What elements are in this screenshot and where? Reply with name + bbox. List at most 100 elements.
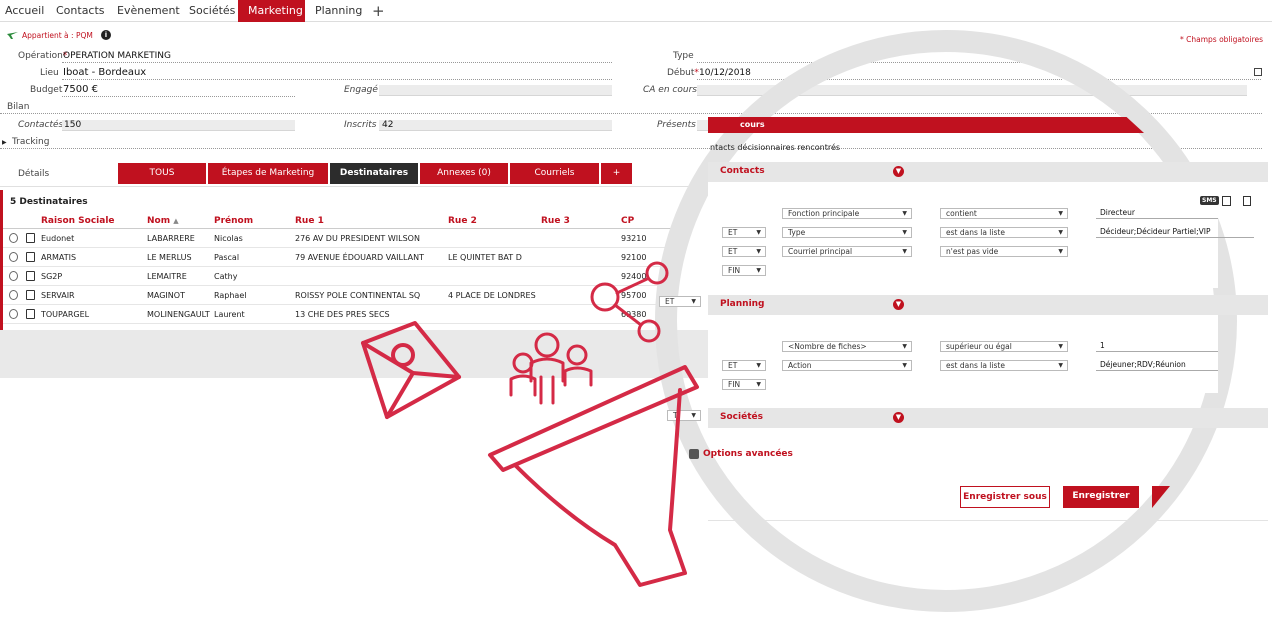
societes-section-title: Sociétés [720,412,763,422]
contacts-field-select[interactable]: Type ▼ [782,227,912,238]
document-icon[interactable] [26,252,35,262]
filter-subtitle: ntacts décisionnaires rencontrés [710,143,841,152]
planning-cond-select[interactable]: est dans la liste ▼ [940,360,1068,371]
advanced-options-link[interactable]: Options avancées [703,449,793,459]
contacts-value-input[interactable]: Décideur;Décideur Partiel;VIP [1096,227,1254,238]
planning-value-input[interactable]: 1 [1096,341,1218,352]
cell-raison: TOUPARGEL [41,310,90,319]
contacts-op-select[interactable]: ET ▼ [722,246,766,257]
contacts-cond-select[interactable]: est dans la liste ▼ [940,227,1068,238]
contacts-op-select[interactable]: ET ▼ [722,227,766,238]
contact-smile-icon[interactable] [9,252,18,262]
type-field[interactable] [697,62,1062,63]
contacts-value-input[interactable]: Directeur [1096,208,1218,219]
societes-section-header[interactable]: Sociétés ▼ [708,408,1268,428]
tab-add-button[interactable]: + [601,163,632,184]
cell-nom: LE MERLUS [147,253,192,262]
chevron-down-icon[interactable]: ▼ [893,166,904,177]
cell-nom: MOLINENGAULT [147,310,210,319]
contacts-section-header[interactable]: Contacts ▼ [708,162,1268,182]
debut-field[interactable]: 10/12/2018 [699,68,751,78]
operation-field[interactable]: OPERATION MARKETING [63,51,171,61]
tracking-caret-icon[interactable]: ▶ [2,139,7,146]
chevron-down-icon[interactable]: ▼ [893,412,904,423]
info-icon[interactable]: i [101,30,111,40]
tracking-toggle[interactable]: Tracking [12,137,49,147]
contactes-field [62,120,295,131]
lieu-field[interactable]: Iboat - Bordeaux [63,67,146,78]
col-nom[interactable]: Nom ▲ [147,216,179,226]
tabs-divider [0,186,708,187]
debut-label: Début* [667,68,699,78]
operation-label: Opération* [18,51,68,61]
type-label: Type [673,51,694,61]
chevron-down-icon[interactable]: ▼ [893,299,904,310]
budget-field[interactable]: 7500 € [63,84,98,95]
operation-underline [62,62,612,63]
contacts-end-select[interactable]: FIN ▼ [722,265,766,276]
col-rue3[interactable]: Rue 3 [541,216,570,226]
debut-time-field[interactable] [1076,79,1261,80]
tab-tous[interactable]: TOUS [118,163,206,184]
col-raison-sociale[interactable]: Raison Sociale [41,216,115,226]
document-icon[interactable] [26,233,35,243]
budget-label: Budget [30,85,63,95]
planning-op-select[interactable]: ET ▼ [722,360,766,371]
new-document-icon[interactable] [1243,196,1251,206]
contact-smile-icon[interactable] [9,290,18,300]
nav-tab-contacts[interactable]: Contacts [51,0,110,22]
document-icon[interactable] [26,290,35,300]
document-icon[interactable] [26,271,35,281]
contacts-field-select[interactable]: Fonction principale ▼ [782,208,912,219]
nav-tab-marketing[interactable]: Marketing [238,0,305,22]
save-as-button[interactable]: Enregistrer sous [960,486,1050,508]
contacts-cond-select[interactable]: n'est pas vide ▼ [940,246,1068,257]
cell-raison: ARMATIS [41,253,77,262]
list-icon[interactable] [1222,196,1231,206]
nav-tab-evenement[interactable]: Evènement [112,0,185,22]
people-group-icon [509,332,593,405]
col-rue2[interactable]: Rue 2 [448,216,477,226]
tab-annexes[interactable]: Annexes (0) [420,163,508,184]
nav-tab-societes[interactable]: Sociétés [184,0,240,22]
tab-destinataires[interactable]: Destinataires [330,163,418,184]
contact-smile-icon[interactable] [9,271,18,281]
debut-underline [697,79,1062,80]
contactes-label: Contactés [18,120,64,130]
cell-nom: LABARRERE [147,234,195,243]
calendar-icon[interactable] [1254,68,1262,76]
contacts-field-select[interactable]: Courriel principal ▼ [782,246,912,257]
nav-tab-planning[interactable]: Planning [310,0,367,22]
tab-etapes-marketing[interactable]: Étapes de Marketing [208,163,328,184]
footer-divider [708,520,1268,521]
tracking-divider [0,148,1262,149]
table-row[interactable]: Eudonet LABARRERE Nicolas 276 AV DU PRES… [3,229,675,248]
planning-field-select[interactable]: <Nombre de fiches> ▼ [782,341,912,352]
cell-prenom: Nicolas [214,234,243,243]
col-prenom[interactable]: Prénom [214,216,253,226]
col-cp[interactable]: CP [621,216,634,226]
contact-smile-icon[interactable] [9,309,18,319]
nav-tab-accueil[interactable]: Accueil [0,0,49,22]
planning-section-header[interactable]: Planning ▼ [708,295,1268,315]
planning-value-input[interactable]: Déjeuner;RDV;Réunion [1096,360,1218,371]
save-button[interactable]: Enregistrer [1063,486,1139,508]
nav-add-icon[interactable]: + [372,0,385,22]
cell-raison: Eudonet [41,234,75,243]
cell-prenom: Pascal [214,253,240,262]
planning-cond-select[interactable]: supérieur ou égal ▼ [940,341,1068,352]
col-rue1[interactable]: Rue 1 [295,216,324,226]
sort-asc-icon: ▲ [173,217,179,225]
planning-end-select[interactable]: FIN ▼ [722,379,766,390]
contacts-cond-select[interactable]: contient ▼ [940,208,1068,219]
cell-cp: 93210 [621,234,647,243]
filter-banner-label: cours [740,120,765,129]
sms-icon[interactable]: SMS [1200,196,1219,205]
engage-label: Engagé [344,85,378,95]
document-icon[interactable] [26,309,35,319]
cell-nom: MAGINOT [147,291,185,300]
planning-field-select[interactable]: Action ▼ [782,360,912,371]
contact-smile-icon[interactable] [9,233,18,243]
cell-prenom: Laurent [214,310,245,319]
tab-courriels[interactable]: Courriels [510,163,599,184]
